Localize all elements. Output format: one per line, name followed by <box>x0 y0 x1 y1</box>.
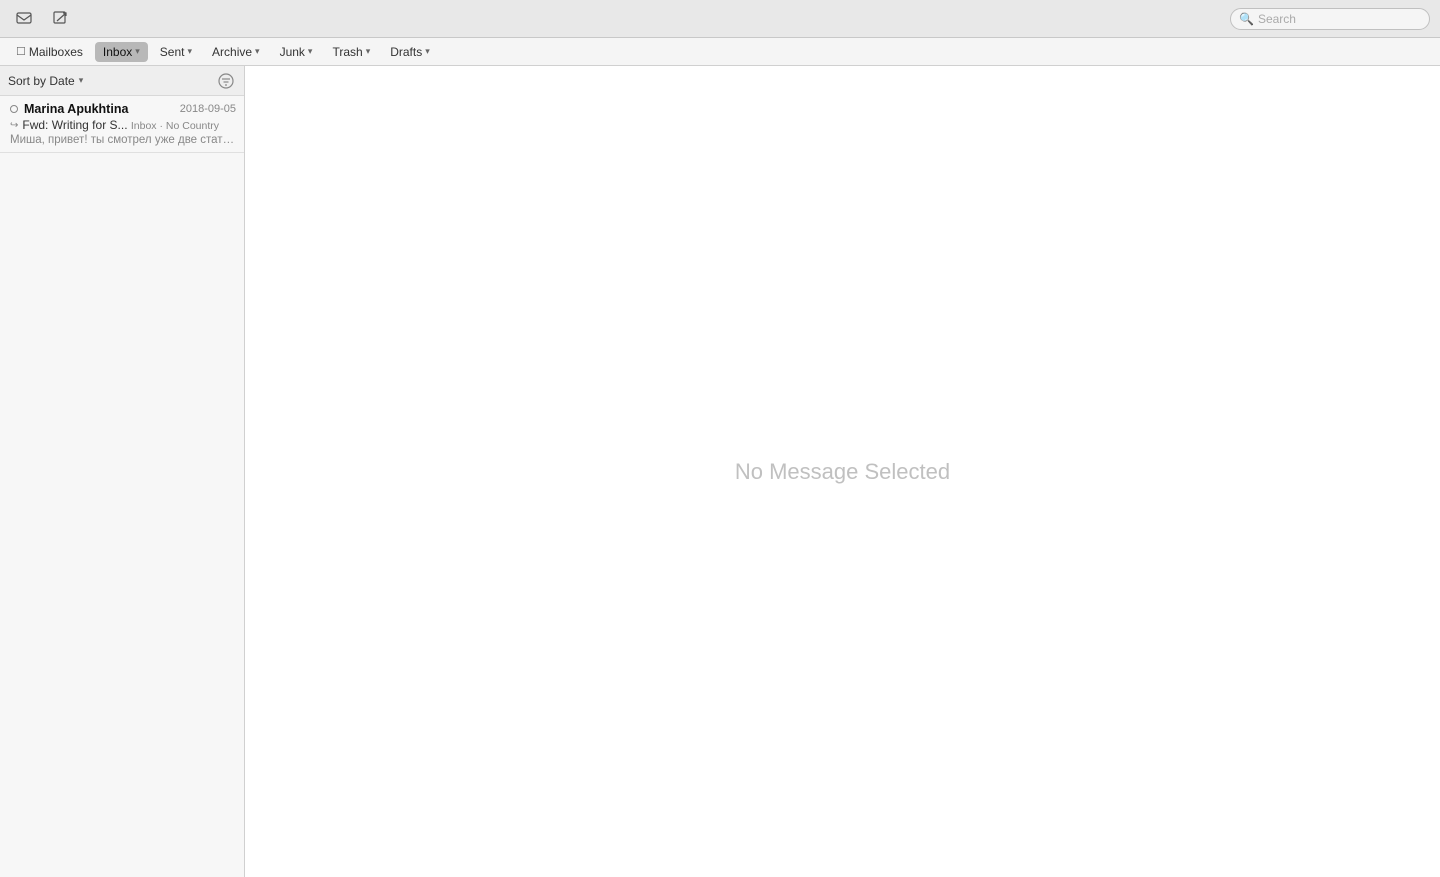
nav-label-sent: Sent <box>160 45 185 59</box>
inbox-button[interactable] <box>10 8 38 30</box>
sort-chevron-icon: ▾ <box>79 75 84 86</box>
nav-label-drafts: Drafts <box>390 45 422 59</box>
email-date: 2018-09-05 <box>180 103 236 115</box>
nav-label-junk: Junk <box>280 45 305 59</box>
nav-item-junk[interactable]: Junk ▾ <box>272 42 321 62</box>
search-placeholder: Search <box>1258 12 1296 26</box>
trash-chevron-icon: ▾ <box>366 46 371 57</box>
email-list: Marina Apukhtina 2018-09-05 ↪ Fwd: Writi… <box>0 96 244 877</box>
nav-label-mailboxes: Mailboxes <box>29 45 83 59</box>
sort-label-text: Sort by Date <box>8 74 75 88</box>
toolbar: 🔍 Search <box>0 0 1440 38</box>
nav-item-sent[interactable]: Sent ▾ <box>152 42 200 62</box>
email-sender: Marina Apukhtina <box>24 102 128 116</box>
no-message-label: No Message Selected <box>735 459 950 485</box>
table-row[interactable]: Marina Apukhtina 2018-09-05 ↪ Fwd: Writi… <box>0 96 244 153</box>
email-header: Marina Apukhtina 2018-09-05 <box>10 102 236 116</box>
sort-bar: Sort by Date ▾ <box>0 66 244 96</box>
junk-chevron-icon: ▾ <box>308 46 313 57</box>
sort-by-date-button[interactable]: Sort by Date ▾ <box>8 74 83 88</box>
nav-label-trash: Trash <box>332 45 362 59</box>
nav-item-inbox[interactable]: Inbox ▾ <box>95 42 148 62</box>
email-tag: Inbox · No Country <box>131 120 219 132</box>
search-box[interactable]: 🔍 Search <box>1230 8 1430 30</box>
nav-label-archive: Archive <box>212 45 252 59</box>
nav-item-archive[interactable]: Archive ▾ <box>204 42 268 62</box>
sent-chevron-icon: ▾ <box>187 46 192 57</box>
nav-item-drafts[interactable]: Drafts ▾ <box>382 42 438 62</box>
replied-icon <box>10 105 18 113</box>
filter-icon[interactable] <box>216 71 236 91</box>
nav-item-trash[interactable]: Trash ▾ <box>324 42 378 62</box>
mailboxes-checkbox-icon: ☐ <box>16 45 26 58</box>
search-icon: 🔍 <box>1239 12 1254 26</box>
nav-label-inbox: Inbox <box>103 45 132 59</box>
main-layout: Sort by Date ▾ Marina Apukhtina <box>0 66 1440 877</box>
nav-item-mailboxes[interactable]: ☐ Mailboxes <box>8 42 91 62</box>
inbox-chevron-icon: ▾ <box>135 46 140 57</box>
email-subject-row: ↪ Fwd: Writing for S... Inbox · No Count… <box>10 118 236 132</box>
email-preview: Миша, привет! ты смотрел уже две статьи … <box>10 134 236 146</box>
compose-button[interactable] <box>46 8 74 30</box>
email-subject: Fwd: Writing for S... Inbox · No Country <box>22 118 219 132</box>
right-panel: No Message Selected <box>245 66 1440 877</box>
forward-icon: ↪ <box>10 120 18 131</box>
drafts-chevron-icon: ▾ <box>425 46 430 57</box>
left-panel: Sort by Date ▾ Marina Apukhtina <box>0 66 245 877</box>
archive-chevron-icon: ▾ <box>255 46 260 57</box>
nav-bar: ☐ Mailboxes Inbox ▾ Sent ▾ Archive ▾ Jun… <box>0 38 1440 66</box>
